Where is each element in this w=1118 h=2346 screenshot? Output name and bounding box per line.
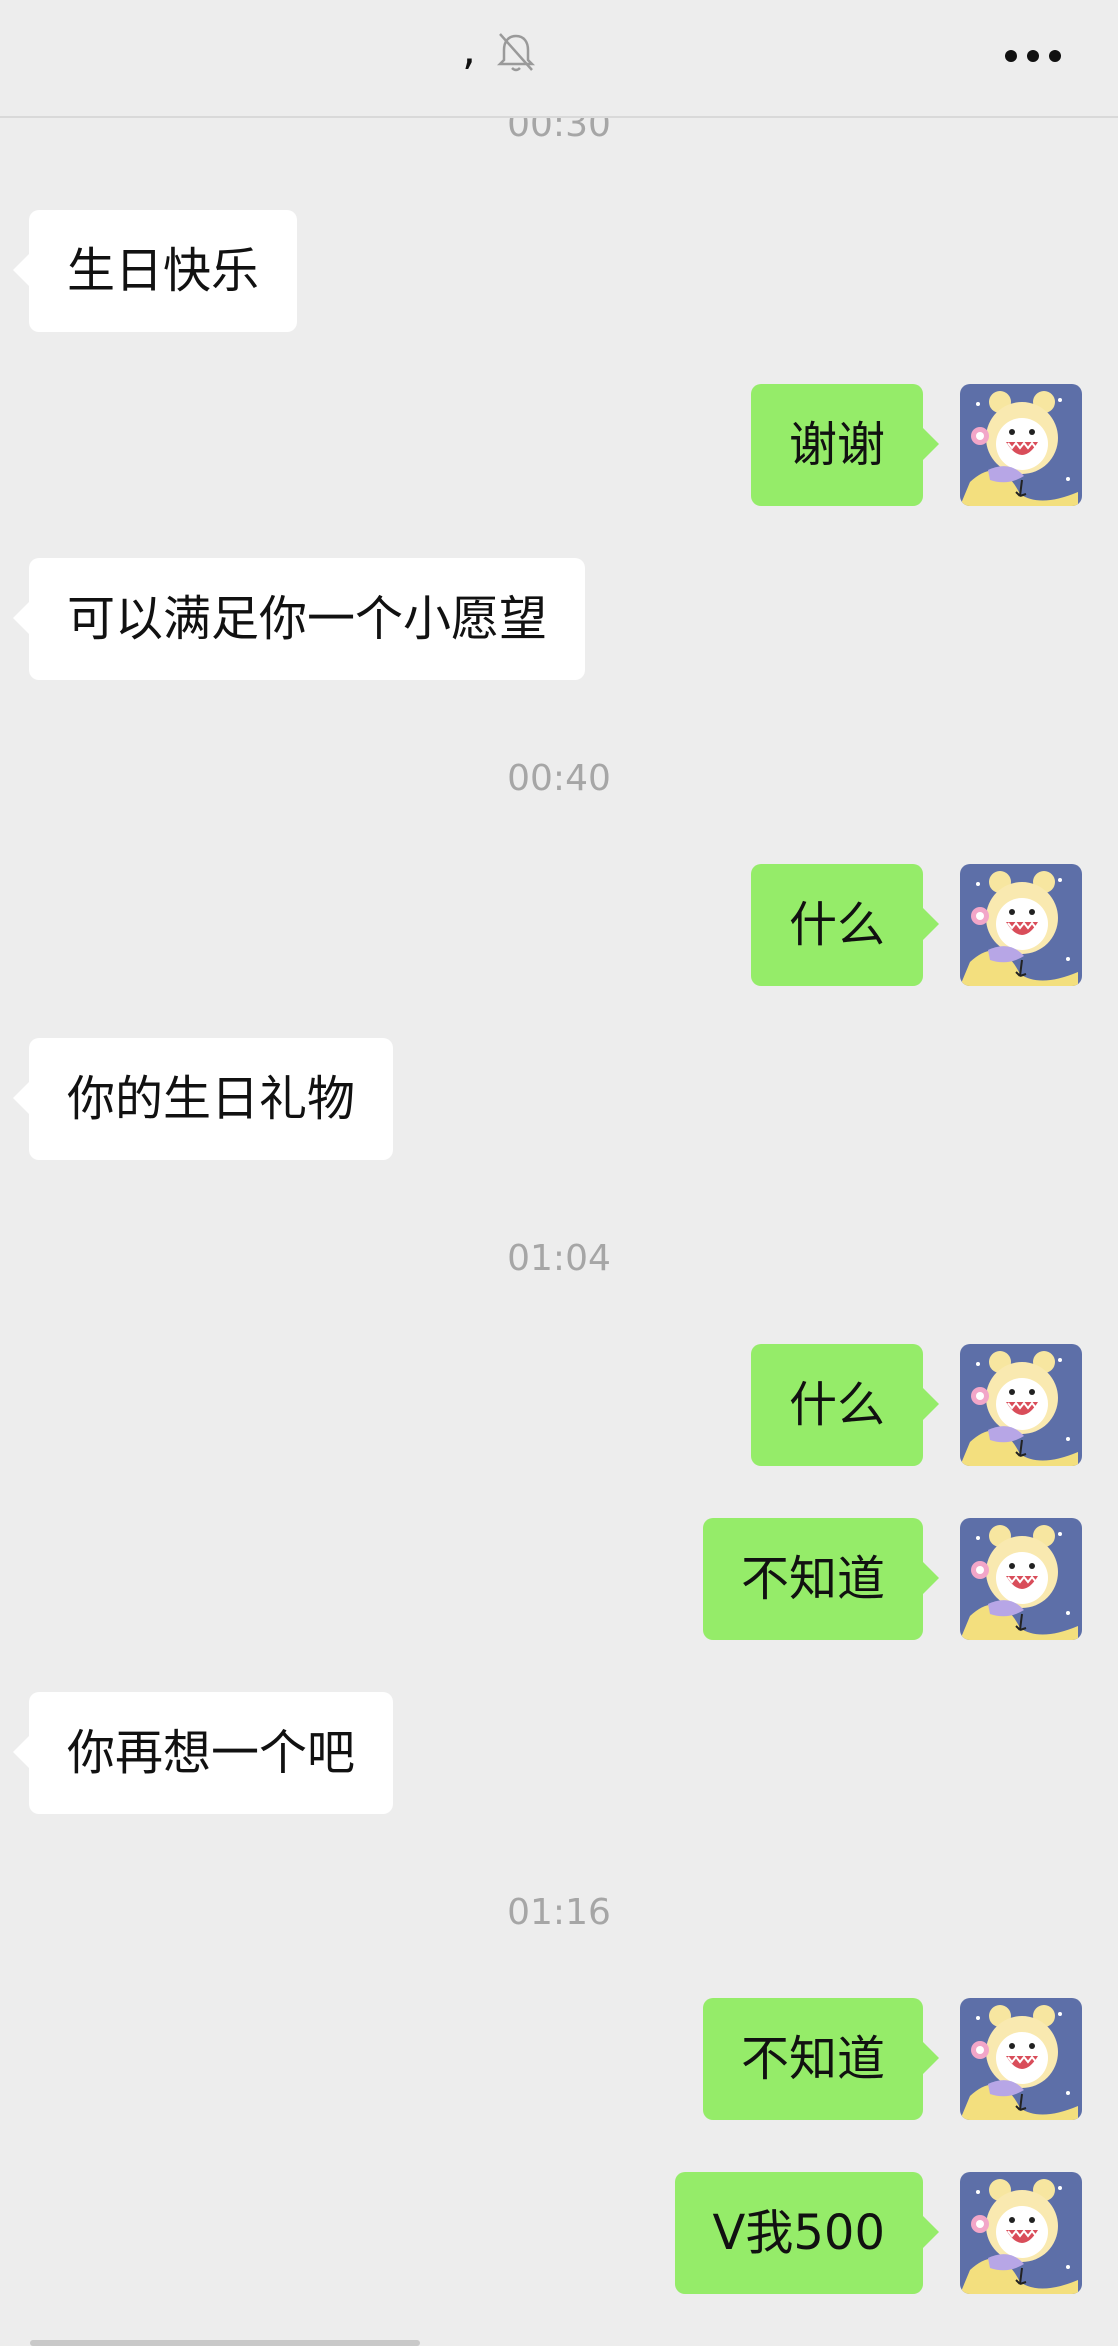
message-row-outgoing: 什么 [0, 864, 1118, 986]
message-bubble-outgoing[interactable]: 不知道 [702, 1518, 940, 1640]
avatar[interactable] [960, 1344, 1082, 1466]
chat-title: , [462, 24, 476, 75]
message-row-incoming: 你的生日礼物 [0, 1038, 1118, 1160]
timestamp: 00:30 [507, 118, 611, 145]
message-row-outgoing: 不知道 [0, 1518, 1118, 1640]
message-bubble-outgoing[interactable]: 什么 [750, 1344, 940, 1466]
avatar[interactable] [960, 384, 1082, 506]
bell-off-icon [496, 30, 536, 74]
message-bubble-incoming[interactable]: 你再想一个吧 [12, 1692, 394, 1814]
message-bubble-outgoing[interactable]: V我500 [674, 2172, 940, 2294]
timestamp: 01:16 [507, 1892, 611, 1933]
message-row-incoming: 生日快乐 [0, 210, 1118, 332]
avatar[interactable] [960, 2172, 1082, 2294]
message-row-incoming: 你再想一个吧 [0, 1692, 1118, 1814]
message-bubble-outgoing[interactable]: 什么 [750, 864, 940, 986]
message-row-outgoing: V我500 [0, 2172, 1118, 2294]
timestamp: 00:40 [507, 758, 611, 799]
message-bubble-incoming[interactable]: 生日快乐 [12, 210, 298, 332]
message-bubble-outgoing[interactable]: 不知道 [702, 1998, 940, 2120]
chat-header: , [0, 0, 1118, 118]
message-bubble-outgoing[interactable]: 谢谢 [750, 384, 940, 506]
bottom-edge-strip [30, 2340, 420, 2346]
message-row-outgoing: 什么 [0, 1344, 1118, 1466]
message-row-outgoing: 不知道 [0, 1998, 1118, 2120]
message-list[interactable]: 00:30 生日快乐 谢谢 可以满足你一个小愿望 00:40 什么 你的生日礼物… [0, 118, 1118, 2346]
avatar[interactable] [960, 864, 1082, 986]
timestamp: 01:04 [507, 1238, 611, 1279]
message-bubble-incoming[interactable]: 你的生日礼物 [12, 1038, 394, 1160]
message-bubble-incoming[interactable]: 可以满足你一个小愿望 [12, 558, 586, 680]
avatar[interactable] [960, 1998, 1082, 2120]
message-row-outgoing: 谢谢 [0, 384, 1118, 506]
more-dots-icon[interactable] [1003, 48, 1063, 62]
message-row-incoming: 可以满足你一个小愿望 [0, 558, 1118, 680]
avatar[interactable] [960, 1518, 1082, 1640]
